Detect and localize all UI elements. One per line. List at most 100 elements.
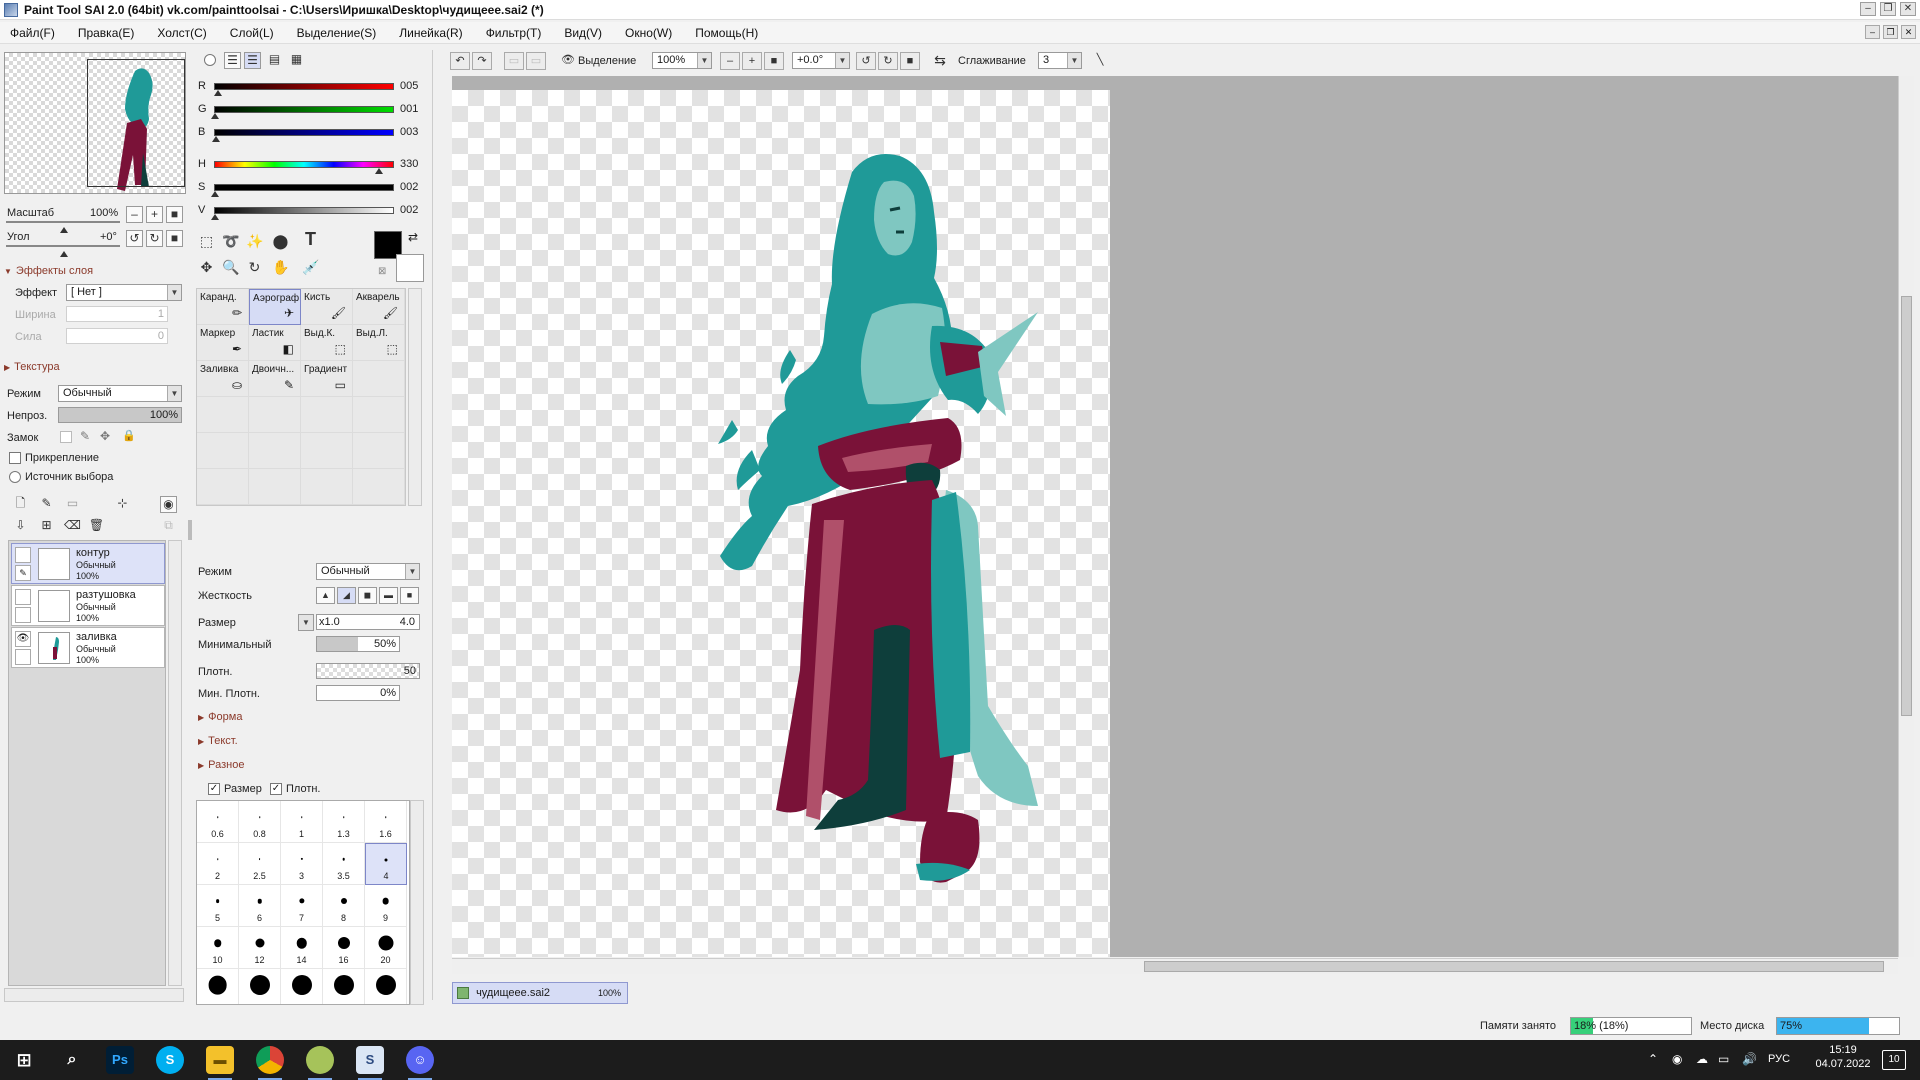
doc-minimize-button[interactable]: – xyxy=(1865,25,1880,39)
pressure-line-icon[interactable]: ╲ xyxy=(1090,52,1110,70)
brush-size-cell[interactable]: 2 xyxy=(197,843,239,885)
text-tool-icon[interactable]: T xyxy=(302,230,319,249)
layer-mask-icon[interactable]: ◉ xyxy=(160,496,177,513)
menu-file[interactable]: Файл(F) xyxy=(10,26,55,40)
navigator-preview[interactable] xyxy=(4,52,186,194)
layer-lock-toggle[interactable] xyxy=(15,607,31,623)
color-channel-thumb[interactable] xyxy=(375,168,383,174)
layer-lock-toggle[interactable] xyxy=(15,649,31,665)
canvas-vscrollbar[interactable] xyxy=(1898,76,1914,957)
layer-row[interactable]: 👁 заливка Обычный 100% xyxy=(11,627,165,668)
visibility-toggle[interactable] xyxy=(15,589,31,605)
layer-row[interactable]: разтушовка Обычный 100% xyxy=(11,585,165,626)
rgb-sliders-toggle[interactable]: ☰ xyxy=(224,52,241,69)
menu-help[interactable]: Помощь(H) xyxy=(695,26,758,40)
tool-select-eraser[interactable]: Выд.Л. ⬚ xyxy=(353,325,405,361)
scale-slider[interactable] xyxy=(6,216,120,233)
brush-size-cell[interactable] xyxy=(197,969,239,1004)
new-layer-icon[interactable]: 🗋 xyxy=(12,496,29,513)
color-channel-thumb[interactable] xyxy=(213,90,222,96)
discord-icon[interactable]: ☺ xyxy=(406,1046,434,1080)
color-channel-slider[interactable] xyxy=(210,102,394,119)
zoom-icon[interactable]: 🔍 xyxy=(222,260,239,277)
hscroll-thumb[interactable] xyxy=(1144,961,1884,972)
visibility-toggle[interactable] xyxy=(15,547,31,563)
network-icon[interactable]: ▭ xyxy=(1718,1052,1729,1080)
hsv-sliders-toggle[interactable]: ☰ xyxy=(244,52,261,69)
restore-button[interactable]: ❐ xyxy=(1880,2,1896,16)
tool-empty-slot[interactable] xyxy=(301,433,353,469)
lock-transparency-icon[interactable] xyxy=(60,431,72,443)
brush-size-cell[interactable]: 14 xyxy=(281,927,323,969)
rotate-right-button[interactable]: ↻ xyxy=(146,230,163,247)
close-button[interactable]: ✕ xyxy=(1900,2,1916,16)
brush-size-cell[interactable]: 0.8 xyxy=(239,801,281,843)
transparent-color-icon[interactable]: ⊠ xyxy=(378,266,386,277)
hardness-5-button[interactable]: ■ xyxy=(400,587,419,604)
tool-grid-scrollbar[interactable] xyxy=(408,288,422,506)
vscroll-thumb[interactable] xyxy=(1901,296,1912,716)
menu-edit[interactable]: Правка(E) xyxy=(78,26,135,40)
skype-icon[interactable]: S xyxy=(156,1046,184,1074)
density-pressure-checkbox[interactable]: ✓ xyxy=(270,783,282,795)
windows-icon[interactable]: ⊞ xyxy=(10,1046,38,1074)
brush-size-cell[interactable]: 12 xyxy=(239,927,281,969)
chrome-icon[interactable] xyxy=(256,1046,284,1080)
rotate-icon[interactable]: ↻ xyxy=(246,260,263,277)
redo-icon[interactable]: ↷ xyxy=(472,52,492,70)
angle-select[interactable]: +0.0° ▼ xyxy=(792,52,850,69)
brush-size-cell[interactable]: 0.6 xyxy=(197,801,239,843)
menu-layer[interactable]: Слой(L) xyxy=(230,26,274,40)
rotate-left-button[interactable]: ↺ xyxy=(126,230,143,247)
brush-size-cell[interactable]: 9 xyxy=(365,885,407,927)
new-linework-layer-icon[interactable]: ✎ xyxy=(38,496,55,513)
scratchpad-toggle[interactable]: ▦ xyxy=(288,52,305,69)
tool-marker[interactable]: Маркер ✒ xyxy=(197,325,249,361)
layer-mode-select[interactable]: Обычный ▼ xyxy=(58,385,182,402)
angle-thumb[interactable] xyxy=(60,251,68,257)
zoom-in-button[interactable]: + xyxy=(146,206,163,223)
language-indicator[interactable]: РУС xyxy=(1768,1053,1790,1080)
tool-empty-slot[interactable] xyxy=(353,397,405,433)
color-channel-slider[interactable] xyxy=(212,125,394,142)
document-tab[interactable]: чудищеее.sai2 100% xyxy=(452,982,628,1004)
merge-down-icon[interactable]: ⇩ xyxy=(12,518,29,535)
lock-all-icon[interactable]: 🔒 xyxy=(122,429,136,442)
brush-size-cell[interactable]: 1 xyxy=(281,801,323,843)
selection-source-radio[interactable] xyxy=(9,471,21,483)
tool-empty-slot[interactable] xyxy=(249,469,301,505)
tray-cloud-icon[interactable]: ☁ xyxy=(1696,1052,1708,1080)
brush-size-cell[interactable]: 6 xyxy=(239,885,281,927)
hardness-4-button[interactable]: ▬ xyxy=(379,587,398,604)
lasso-icon[interactable]: ➰ xyxy=(222,234,239,251)
paint-tool-sai-icon[interactable]: S xyxy=(356,1046,384,1080)
canvas-hscrollbar[interactable] xyxy=(452,958,1898,974)
zoom-out-icon[interactable]: – xyxy=(720,52,740,70)
selection-visibility-icon[interactable]: 👁 xyxy=(558,52,578,70)
tool-empty-slot[interactable] xyxy=(197,397,249,433)
menu-ruler[interactable]: Линейка(R) xyxy=(399,26,462,40)
size-dropdown[interactable]: ▼ xyxy=(298,614,314,631)
tool-bucket[interactable]: Заливка ⛀ xyxy=(197,361,249,397)
clipping-checkbox[interactable] xyxy=(9,452,21,464)
photoshop-icon[interactable]: Ps xyxy=(106,1046,134,1074)
tool-empty-slot[interactable] xyxy=(353,433,405,469)
delete-layer-icon[interactable]: 🗑 xyxy=(88,518,105,535)
brush-size-cell[interactable]: 1.6 xyxy=(365,801,407,843)
menu-canvas[interactable]: Холст(C) xyxy=(157,26,206,40)
tool-empty-slot[interactable] xyxy=(249,433,301,469)
tool-empty-slot[interactable] xyxy=(197,433,249,469)
add-layer-icon[interactable]: ⊞ xyxy=(38,518,55,535)
size-pressure-checkbox[interactable]: ✓ xyxy=(208,783,220,795)
rotate-ccw-icon[interactable]: ↺ xyxy=(856,52,876,70)
tool-empty-slot[interactable] xyxy=(301,469,353,505)
color-channel-thumb[interactable] xyxy=(211,191,220,197)
color-channel-slider[interactable] xyxy=(211,203,394,220)
tool-select-pen[interactable]: Выд.К. ⬚ xyxy=(301,325,353,361)
clock[interactable]: 15:19 04.07.2022 xyxy=(1808,1044,1878,1080)
notifications-icon[interactable]: 10 xyxy=(1882,1050,1906,1070)
new-folder-icon[interactable]: ▭ xyxy=(64,496,81,513)
layer-row[interactable]: ✎ контур Обычный 100% xyxy=(11,543,165,584)
zoom-select[interactable]: 100% ▼ xyxy=(652,52,712,69)
move-icon[interactable]: ✥ xyxy=(198,260,215,277)
